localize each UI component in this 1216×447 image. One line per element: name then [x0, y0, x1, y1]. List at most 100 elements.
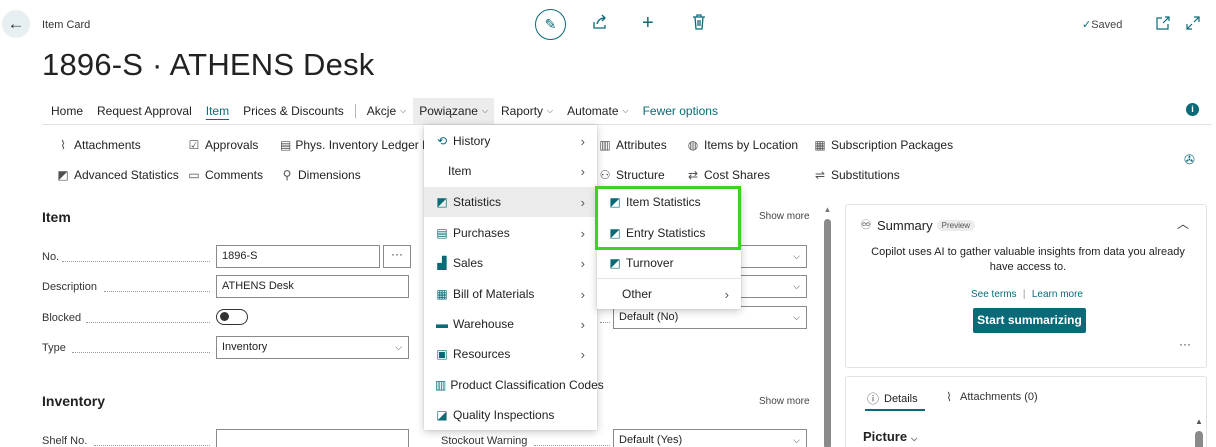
action-prices-discounts[interactable]: Prices & Discounts	[236, 101, 351, 121]
submenu-other[interactable]: Other ›	[597, 279, 741, 309]
action-powiazane[interactable]: Powiązane ⌵	[413, 98, 495, 124]
action-home[interactable]: Home	[44, 101, 90, 121]
chevron-down-icon: ⌵	[911, 434, 918, 443]
classification-icon: ▥	[435, 378, 447, 392]
menu-item-history[interactable]: ⟲ History ›	[424, 126, 597, 156]
ribbon-subscription-packages[interactable]: ▦ Subscription Packages	[813, 138, 953, 152]
see-terms-link[interactable]: See terms	[971, 289, 1017, 300]
quality-inspection-icon: ◪	[436, 408, 448, 422]
menu-item-bill-of-materials[interactable]: ▦ Bill of Materials ›	[424, 279, 597, 309]
purchases-icon: ▤	[436, 226, 448, 240]
trash-icon	[693, 14, 705, 30]
approvals-icon: ☑	[188, 138, 200, 152]
ribbon-items-by-location[interactable]: ◍ Items by Location	[686, 138, 798, 152]
structure-icon: ⚇	[599, 168, 611, 182]
paperclip-icon: ⌇	[60, 138, 66, 152]
bill-of-materials-icon: ▦	[436, 287, 448, 301]
menu-item-warehouse[interactable]: ▬ Warehouse ›	[424, 309, 597, 339]
pin-button[interactable]: ✇	[1184, 152, 1195, 168]
ribbon-dimensions[interactable]: ⚲ Dimensions	[280, 168, 361, 182]
menu-item-product-classification[interactable]: ▥ Product Classification Codes	[424, 370, 604, 400]
ribbon-attachments[interactable]: ⌇ Attachments	[56, 138, 141, 152]
ribbon-structure[interactable]: ⚇ Structure	[598, 168, 665, 182]
ribbon-phys-inventory[interactable]: ▤Phys. Inventory Ledger Ent	[280, 138, 424, 152]
ribbon-approvals[interactable]: ☑ Approvals	[187, 138, 259, 152]
ribbon-comments[interactable]: ▭ Comments	[187, 168, 263, 182]
plus-icon: +	[642, 12, 654, 34]
back-button[interactable]: ←	[2, 10, 30, 38]
dotted-leader	[104, 291, 210, 292]
summary-links: See terms | Learn more	[846, 286, 1208, 300]
resources-icon: ▣	[436, 347, 448, 361]
start-summarizing-button[interactable]: Start summarizing	[973, 308, 1086, 333]
learn-more-link[interactable]: Learn more	[1032, 289, 1083, 300]
collapse-button[interactable]: ︿	[1177, 215, 1189, 232]
share-button[interactable]	[592, 14, 608, 35]
no-lookup-button[interactable]: ···	[383, 245, 411, 268]
description-field[interactable]: ATHENS Desk	[216, 275, 409, 298]
saved-status: ✓Saved	[1082, 19, 1123, 31]
action-akcje[interactable]: Akcje ⌵	[360, 101, 413, 121]
chevron-right-icon: ›	[580, 316, 585, 332]
menu-item-item[interactable]: Item ›	[424, 156, 597, 186]
summary-more-button[interactable]: ···	[1179, 337, 1191, 351]
item-show-more[interactable]: Show more	[759, 211, 810, 222]
breadcrumb: Item Card	[42, 19, 91, 31]
right-field-3[interactable]: Default (No) ⌵	[613, 306, 807, 329]
edit-button[interactable]: ✎	[535, 9, 566, 40]
ribbon-attributes[interactable]: ▥ Attributes	[598, 138, 666, 152]
dotted-leader	[86, 322, 210, 323]
summary-card: ♾ Summary Preview ︿ Copilot uses AI to g…	[845, 204, 1207, 368]
details-scrollbar-thumb[interactable]	[1195, 431, 1203, 447]
type-select[interactable]: Inventory ⌵	[216, 336, 409, 359]
tab-details[interactable]: ⓘ Details	[866, 390, 918, 407]
chevron-down-icon: ⌵	[793, 281, 800, 291]
chevron-right-icon: ›	[580, 286, 585, 302]
divider	[42, 124, 1212, 125]
description-label: Description	[42, 281, 98, 293]
ribbon-advanced-statistics[interactable]: ◩ Advanced Statistics	[56, 168, 178, 182]
blocked-toggle[interactable]	[216, 309, 248, 325]
menu-item-sales[interactable]: ▟ Sales ›	[424, 248, 597, 278]
dimensions-icon: ⚲	[282, 168, 292, 182]
scroll-up-arrow-icon[interactable]: ▲	[823, 205, 832, 214]
expand-button[interactable]	[1186, 16, 1200, 33]
open-new-window-button[interactable]	[1156, 16, 1170, 33]
paperclip-icon: ⌇	[946, 390, 952, 404]
new-button[interactable]: +	[642, 12, 654, 35]
action-bar: Home Request Approval Item Prices & Disc…	[44, 98, 725, 124]
action-request-approval[interactable]: Request Approval	[90, 101, 199, 121]
action-fewer-options[interactable]: Fewer options	[636, 101, 725, 121]
stockout-select[interactable]: Default (Yes) ⌵	[613, 429, 807, 447]
no-field[interactable]: 1896-S	[216, 245, 380, 268]
inventory-show-more[interactable]: Show more	[759, 396, 810, 407]
picture-header[interactable]: Picture ⌵	[863, 429, 917, 444]
main-scrollbar[interactable]: ▲	[823, 205, 832, 447]
action-raporty[interactable]: Raporty ⌵	[494, 101, 560, 121]
link-separator: |	[1022, 289, 1026, 300]
chevron-down-icon: ⌵	[793, 251, 800, 261]
info-icon[interactable]: i	[1186, 103, 1199, 116]
menu-item-purchases[interactable]: ▤ Purchases ›	[424, 218, 597, 248]
action-item[interactable]: Item	[199, 101, 236, 121]
preview-badge: Preview	[936, 219, 976, 231]
summary-title: Summary	[877, 217, 933, 233]
chevron-right-icon: ›	[724, 286, 729, 302]
menu-item-statistics[interactable]: ◩ Statistics ›	[424, 187, 597, 217]
pin-icon: ✇	[1184, 152, 1195, 167]
summary-header: ♾ Summary Preview	[859, 217, 976, 233]
tab-attachments[interactable]: ⌇ Attachments (0)	[942, 390, 1038, 404]
delete-button[interactable]	[692, 14, 706, 35]
menu-item-quality-inspections[interactable]: ◪ Quality Inspections	[424, 400, 597, 430]
shelf-field[interactable]	[216, 429, 409, 447]
details-scroll-up-arrow-icon[interactable]: ▲	[1195, 417, 1203, 426]
submenu-turnover[interactable]: ◩ Turnover	[597, 248, 741, 278]
share-icon	[593, 14, 606, 29]
copilot-icon: ♾	[860, 217, 872, 232]
action-automate[interactable]: Automate ⌵	[560, 101, 635, 121]
menu-item-resources[interactable]: ▣ Resources ›	[424, 339, 597, 369]
details-card: ⓘ Details ⌇ Attachments (0) Picture ⌵ ▲	[845, 376, 1207, 447]
ribbon-substitutions[interactable]: ⇌ Substitutions	[813, 168, 900, 182]
scrollbar-thumb[interactable]	[824, 219, 831, 447]
ribbon-cost-shares[interactable]: ⇄ Cost Shares	[686, 168, 770, 182]
